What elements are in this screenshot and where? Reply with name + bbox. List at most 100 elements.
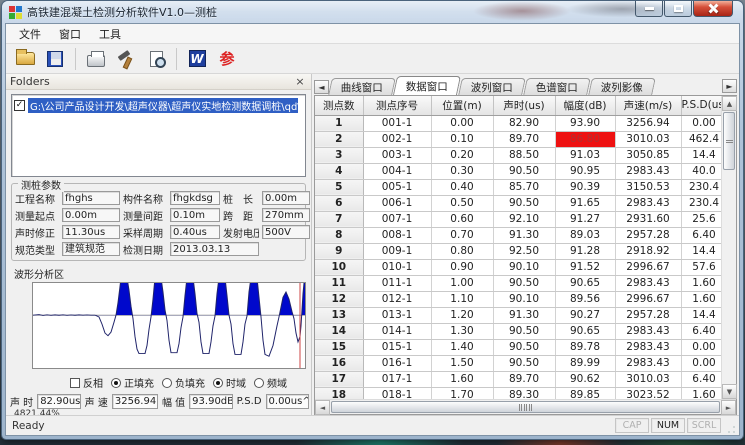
row-header-cell[interactable]: 12 [315, 291, 363, 307]
table-cell[interactable]: 011-1 [363, 275, 431, 291]
row-header-cell[interactable]: 5 [315, 179, 363, 195]
table-cell[interactable]: 82.90 [493, 115, 555, 131]
table-cell[interactable]: 005-1 [363, 179, 431, 195]
table-cell[interactable]: 0.70 [431, 227, 493, 243]
table-cell[interactable]: 2957.28 [615, 227, 681, 243]
table-cell[interactable]: 90.50 [493, 163, 555, 179]
table-row[interactable]: 6006-10.5090.5091.652983.43230.4 [315, 195, 721, 211]
table-cell[interactable]: 1.60 [681, 275, 721, 291]
table-row[interactable]: 8008-10.7091.3089.032957.286.40 [315, 227, 721, 243]
table-cell[interactable]: 1.10 [431, 291, 493, 307]
fill-mode-radio-4[interactable]: 频域 [254, 375, 287, 390]
column-header-2[interactable]: 位置(m) [431, 96, 493, 115]
table-cell[interactable]: 3050.85 [615, 147, 681, 163]
table-cell[interactable]: 014-1 [363, 323, 431, 339]
pane-close-icon[interactable]: × [293, 75, 307, 88]
table-cell[interactable]: 91.30 [493, 307, 555, 323]
column-header-5[interactable]: 声速(m/s) [615, 96, 681, 115]
table-cell[interactable]: 0.40 [431, 179, 493, 195]
scroll-right-icon[interactable]: ► [721, 400, 736, 415]
table-cell[interactable]: 6.40 [681, 323, 721, 339]
table-cell[interactable]: 89.30 [493, 387, 555, 399]
scroll-left-icon[interactable]: ◄ [315, 400, 330, 415]
tab-scroll-left-button[interactable]: ◄ [314, 80, 329, 94]
table-cell[interactable]: 2996.67 [615, 259, 681, 275]
folder-checkbox[interactable]: ✓ [14, 100, 25, 111]
table-cell[interactable]: 14.4 [681, 243, 721, 259]
close-button[interactable] [693, 1, 733, 17]
table-cell[interactable]: 3010.03 [615, 371, 681, 387]
table-cell[interactable]: 90.50 [493, 195, 555, 211]
table-row[interactable]: 5005-10.4085.7090.393150.53230.4 [315, 179, 721, 195]
table-cell[interactable]: 90.50 [493, 323, 555, 339]
table-cell[interactable]: 25.6 [681, 211, 721, 227]
tools-button[interactable] [113, 47, 139, 71]
fill-mode-radio-3[interactable]: 时域 [213, 375, 246, 390]
table-cell[interactable]: 92.10 [493, 211, 555, 227]
table-cell[interactable]: 90.39 [555, 179, 615, 195]
table-cell[interactable]: 0.00 [681, 339, 721, 355]
column-header-4[interactable]: 幅度(dB) [555, 96, 615, 115]
row-header-cell[interactable]: 6 [315, 195, 363, 211]
table-cell[interactable]: 003-1 [363, 147, 431, 163]
table-cell[interactable]: 40.0 [681, 163, 721, 179]
vertical-scroll-thumb[interactable] [723, 112, 735, 170]
table-cell[interactable]: 0.50 [431, 195, 493, 211]
table-cell[interactable]: 2983.43 [615, 355, 681, 371]
preview-button[interactable] [143, 47, 169, 71]
row-header-cell[interactable]: 14 [315, 323, 363, 339]
table-cell[interactable]: 90.10 [493, 291, 555, 307]
table-cell[interactable]: 3023.52 [615, 387, 681, 399]
table-cell[interactable]: 1.40 [431, 339, 493, 355]
table-row[interactable]: 3003-10.2088.5091.033050.8514.4 [315, 147, 721, 163]
table-cell[interactable]: 009-1 [363, 243, 431, 259]
table-cell[interactable]: 0.00 [681, 115, 721, 131]
table-cell[interactable]: 89.78 [555, 339, 615, 355]
row-header-cell[interactable]: 11 [315, 275, 363, 291]
table-cell[interactable]: 3010.03 [615, 131, 681, 147]
horizontal-scrollbar[interactable]: ◄ ► [315, 399, 736, 414]
table-cell[interactable]: 89.03 [555, 227, 615, 243]
table-cell[interactable]: 004-1 [363, 163, 431, 179]
row-header-cell[interactable]: 4 [315, 163, 363, 179]
table-row[interactable]: 13013-11.2091.3090.272957.2814.4 [315, 307, 721, 323]
table-cell[interactable]: 0.00 [431, 115, 493, 131]
horizontal-scroll-thumb[interactable] [331, 401, 720, 413]
maximize-button[interactable] [664, 1, 692, 17]
table-row[interactable]: 10010-10.9090.1091.522996.6757.6 [315, 259, 721, 275]
table-cell[interactable]: 3256.94 [615, 115, 681, 131]
table-cell[interactable]: 007-1 [363, 211, 431, 227]
row-header-cell[interactable]: 9 [315, 243, 363, 259]
table-cell[interactable]: 1.00 [431, 275, 493, 291]
table-cell[interactable]: 2983.43 [615, 275, 681, 291]
table-cell[interactable]: 230.4 [681, 195, 721, 211]
table-cell[interactable]: 1.50 [431, 355, 493, 371]
table-cell[interactable]: 015-1 [363, 339, 431, 355]
table-cell[interactable]: 91.52 [555, 259, 615, 275]
table-cell[interactable]: 2957.28 [615, 307, 681, 323]
menu-item-1[interactable]: 窗口 [50, 24, 90, 44]
table-cell[interactable]: 016-1 [363, 355, 431, 371]
table-cell[interactable]: 91.30 [493, 227, 555, 243]
tab-1[interactable]: 数据窗口 [393, 76, 461, 95]
table-cell[interactable]: 010-1 [363, 259, 431, 275]
table-cell[interactable]: 0.80 [431, 243, 493, 259]
table-cell[interactable]: 2983.43 [615, 163, 681, 179]
tab-0[interactable]: 曲线窗口 [328, 78, 396, 95]
table-cell[interactable]: 14.4 [681, 147, 721, 163]
vertical-scrollbar[interactable]: ▲ ▼ [721, 96, 736, 399]
table-cell[interactable]: 91.65 [555, 195, 615, 211]
table-cell[interactable]: 89.70 [493, 131, 555, 147]
table-cell[interactable]: 6.40 [681, 371, 721, 387]
folder-list[interactable]: ✓G:\公司产品设计开发\超声仪器\超声仪实地检测数据调桩\qd\qd03\qd… [11, 94, 306, 176]
table-cell[interactable]: 90.10 [493, 259, 555, 275]
table-cell[interactable]: 1.60 [681, 387, 721, 399]
waveform-canvas[interactable] [32, 282, 306, 370]
table-row[interactable]: 14014-11.3090.5090.652983.436.40 [315, 323, 721, 339]
table-cell[interactable]: 0.60 [431, 211, 493, 227]
scroll-up-icon[interactable]: ▲ [722, 96, 737, 111]
table-cell[interactable]: 90.65 [555, 323, 615, 339]
table-row[interactable]: 15015-11.4090.5089.782983.430.00 [315, 339, 721, 355]
table-cell[interactable]: 90.50 [493, 355, 555, 371]
resize-grip[interactable] [724, 422, 737, 435]
